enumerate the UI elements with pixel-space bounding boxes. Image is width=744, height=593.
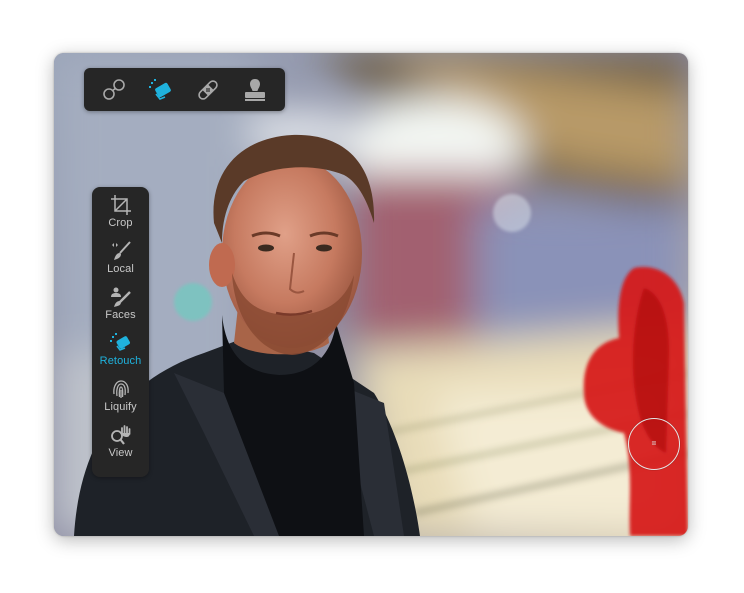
eraser-icon bbox=[148, 78, 171, 100]
sidebar-item-faces[interactable]: Faces bbox=[92, 284, 149, 330]
face-brush-icon bbox=[110, 287, 131, 307]
heal-clone-link-button[interactable] bbox=[96, 72, 132, 108]
clone-button[interactable] bbox=[237, 72, 273, 108]
sidebar-item-label: Local bbox=[107, 263, 134, 275]
sidebar-item-label: Liquify bbox=[104, 401, 137, 413]
brush-cursor[interactable]: = bbox=[628, 418, 680, 470]
fingerprint-icon bbox=[112, 380, 129, 398]
crop-icon bbox=[110, 195, 131, 215]
sidebar-item-label: View bbox=[108, 447, 133, 459]
sidebar-item-label: Retouch bbox=[99, 355, 142, 367]
sidebar-item-local[interactable]: Local bbox=[92, 238, 149, 284]
brush-mode-indicator: = bbox=[651, 439, 657, 448]
brush-icon bbox=[111, 241, 131, 260]
sidebar-item-label: Faces bbox=[105, 309, 136, 321]
sidebar-item-crop[interactable]: Crop bbox=[92, 192, 149, 238]
heal-button[interactable] bbox=[190, 72, 226, 108]
tool-sidebar: Crop Local Faces Retouch Liquify View bbox=[92, 187, 149, 477]
portrait-photo bbox=[54, 53, 688, 536]
sidebar-item-view[interactable]: View bbox=[92, 422, 149, 468]
eraser-icon bbox=[109, 333, 130, 351]
sidebar-item-retouch[interactable]: Retouch bbox=[92, 330, 149, 376]
sidebar-item-label: Crop bbox=[108, 217, 133, 229]
editor-window: Crop Local Faces Retouch Liquify View = bbox=[54, 53, 688, 536]
stamp-icon bbox=[245, 78, 266, 101]
photo-canvas[interactable] bbox=[54, 53, 688, 536]
erase-button[interactable] bbox=[143, 72, 179, 108]
zoom-hand-icon bbox=[110, 425, 130, 445]
sidebar-item-liquify[interactable]: Liquify bbox=[92, 376, 149, 422]
link-circles-icon bbox=[102, 78, 125, 100]
retouch-toolbar bbox=[84, 68, 285, 111]
bandage-icon bbox=[198, 79, 218, 100]
